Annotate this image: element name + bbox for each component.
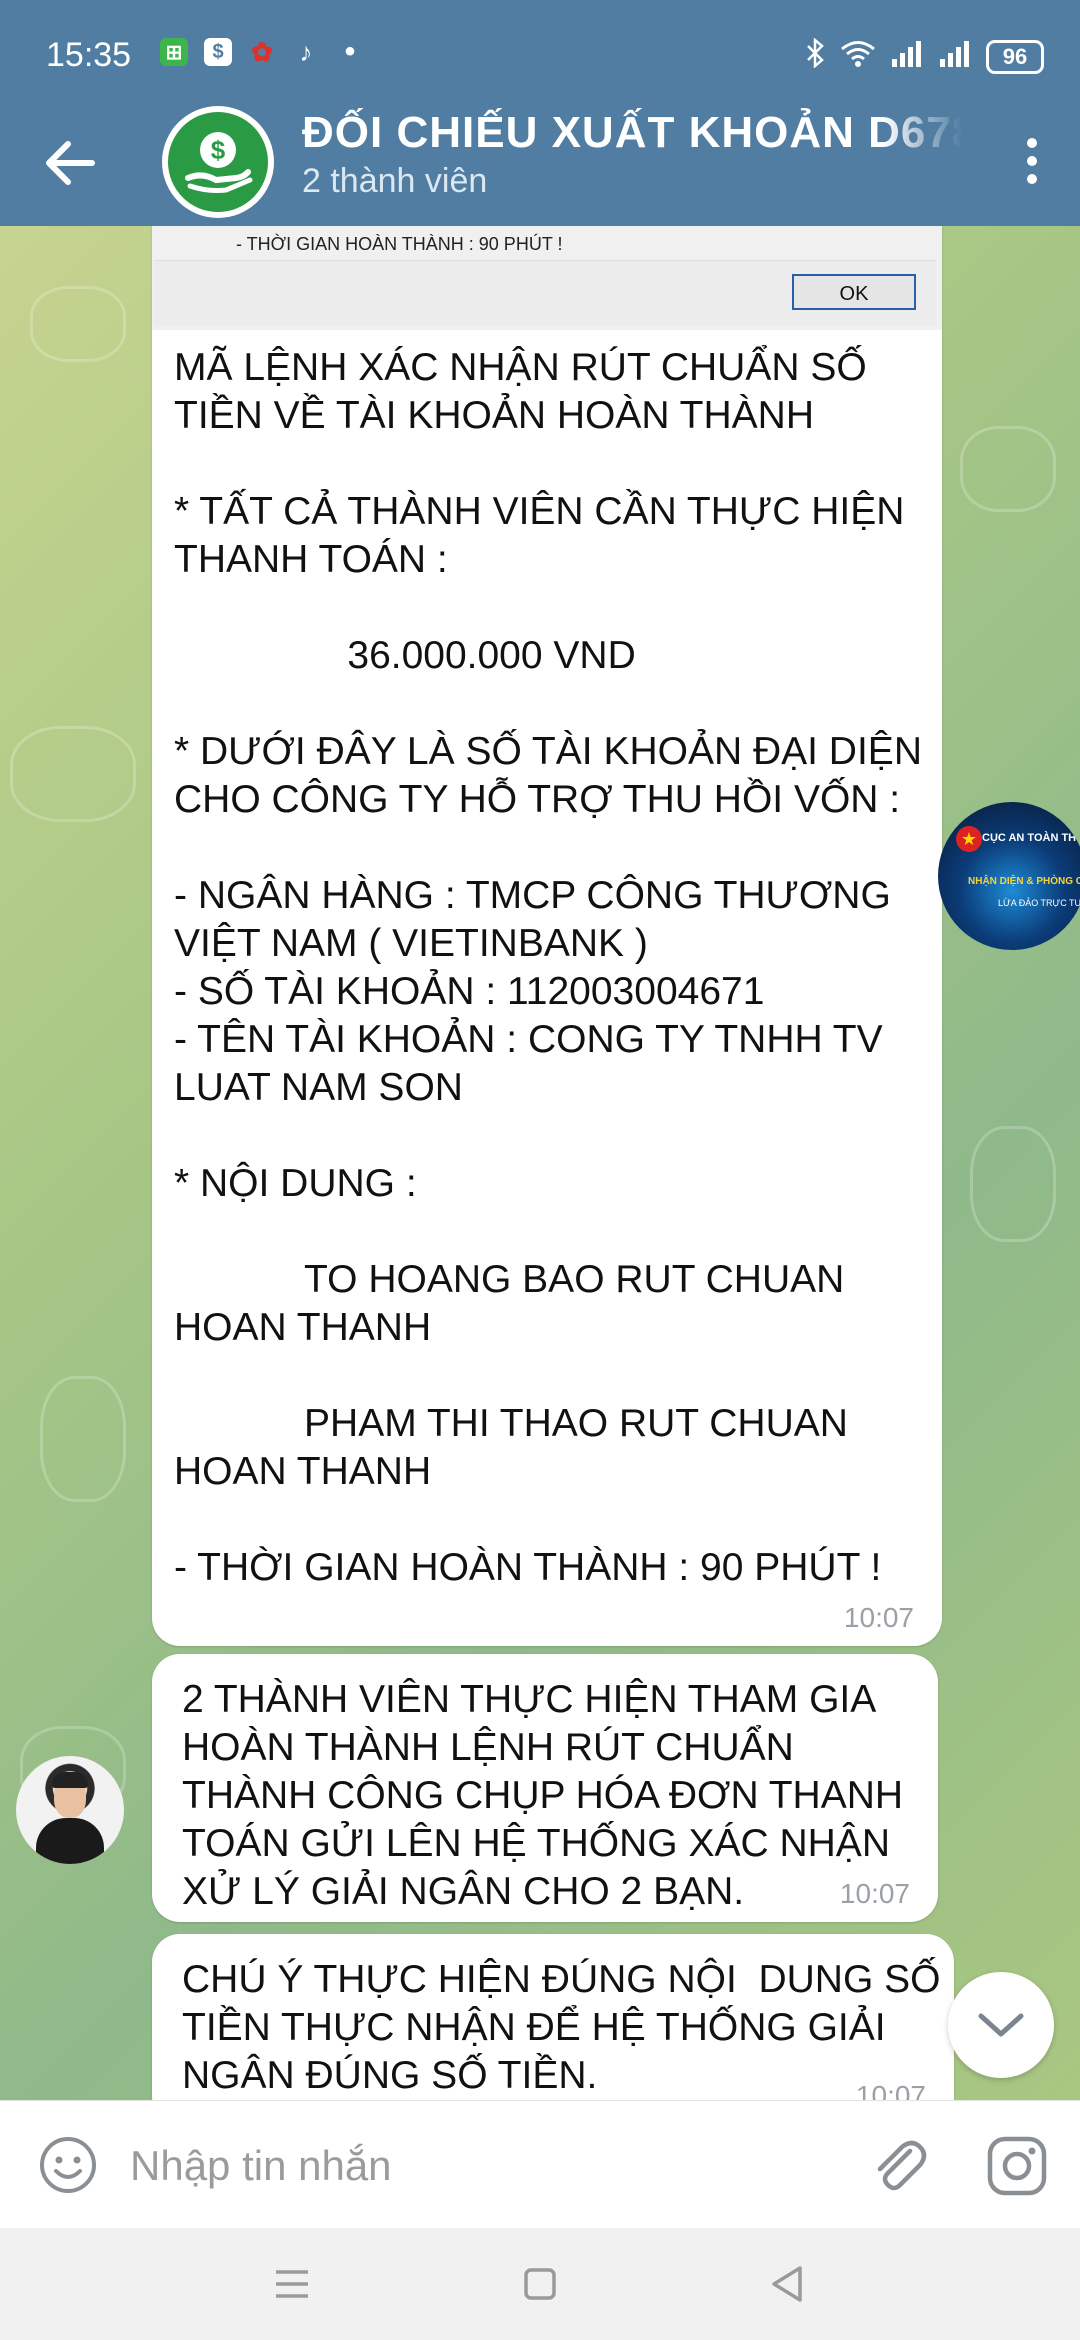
signal-icon-2 bbox=[938, 39, 972, 74]
background-doodle bbox=[960, 426, 1056, 512]
chat-title[interactable]: ĐỐI CHIẾU XUẤT KHOẢN D6789 bbox=[302, 108, 962, 158]
message-input-bar bbox=[0, 2100, 1080, 2229]
money-hand-icon: $ bbox=[185, 132, 253, 193]
message-time: 10:07 bbox=[843, 1602, 914, 1633]
message-image[interactable]: - THỜI GIAN HOÀN THÀNH : 90 PHÚT ! OK bbox=[152, 226, 942, 330]
message-text: CHÚ Ý THỰC HIỆN ĐÚNG NỘI DUNG SỐ TIỀN TH… bbox=[182, 1958, 951, 2097]
notification-dot: • bbox=[344, 35, 356, 68]
background-doodle bbox=[40, 1376, 126, 1502]
background-doodle bbox=[970, 1126, 1056, 1242]
camera-button[interactable] bbox=[984, 2133, 1050, 2199]
chat-area[interactable]: - THỜI GIAN HOÀN THÀNH : 90 PHÚT ! OK MÃ… bbox=[0, 226, 1080, 2100]
background-doodle bbox=[10, 726, 136, 822]
message-time: 10:07 bbox=[855, 2080, 926, 2100]
attach-button[interactable] bbox=[866, 2133, 932, 2199]
image-caption: - THỜI GIAN HOÀN THÀNH : 90 PHÚT ! bbox=[236, 234, 563, 254]
battery-indicator: 96 bbox=[986, 39, 1044, 74]
message-text: MÃ LỆNH XÁC NHẬN RÚT CHUẨN SỐ TIỀN VỀ TÀ… bbox=[174, 346, 922, 1589]
scroll-down-button[interactable] bbox=[948, 1972, 1054, 2078]
chat-header: $ ĐỐI CHIẾU XUẤT KHOẢN D6789 2 thành viê… bbox=[0, 106, 1080, 226]
message-input[interactable] bbox=[128, 2125, 832, 2207]
back-button[interactable] bbox=[36, 128, 106, 198]
message-bubble[interactable]: 2 THÀNH VIÊN THỰC HIỆN THAM GIA HOÀN THÀ… bbox=[152, 1654, 938, 1922]
wifi-icon bbox=[840, 38, 876, 75]
home-button[interactable] bbox=[510, 2258, 570, 2310]
message-bubble[interactable]: CHÚ Ý THỰC HIỆN ĐÚNG NỘI DUNG SỐ TIỀN TH… bbox=[152, 1934, 954, 2100]
menu-lines-icon bbox=[276, 2270, 308, 2298]
image-ok-button: OK bbox=[792, 274, 916, 310]
message-text: 2 THÀNH VIÊN THỰC HIỆN THAM GIA HOÀN THÀ… bbox=[182, 1678, 914, 1913]
lotus-app-icon: ✿ bbox=[251, 36, 273, 67]
back-nav-button[interactable] bbox=[758, 2258, 818, 2310]
status-bar: 15:35 ⊞ $ ✿ ♪ • 96 bbox=[0, 0, 1080, 110]
bluetooth-icon bbox=[804, 37, 826, 75]
member-count[interactable]: 2 thành viên bbox=[302, 162, 487, 201]
group-avatar[interactable]: $ bbox=[162, 106, 274, 218]
system-navigation-bar bbox=[0, 2228, 1080, 2340]
message-time: 10:07 bbox=[839, 1878, 910, 1909]
channel-thumbnail[interactable]: ★ CỤC AN TOÀN THÔNG TIN NHẬN DIỆN & PHÒN… bbox=[938, 802, 1080, 950]
square-icon bbox=[524, 2268, 556, 2300]
status-indicators: 96 bbox=[804, 37, 1044, 75]
signal-icon-1 bbox=[890, 39, 924, 74]
paperclip-icon bbox=[877, 2140, 927, 2191]
instagram-camera-icon bbox=[987, 2136, 1047, 2196]
notification-icons: ⊞ $ ✿ ♪ • bbox=[160, 35, 364, 68]
smile-icon bbox=[40, 2137, 96, 2193]
emoji-button[interactable] bbox=[38, 2135, 98, 2195]
chevron-down-icon bbox=[978, 2013, 1024, 2037]
shopping-bag-icon: $ bbox=[204, 38, 232, 66]
store-app-icon: ⊞ bbox=[160, 38, 188, 66]
message-bubble[interactable]: - THỜI GIAN HOÀN THÀNH : 90 PHÚT ! OK MÃ… bbox=[152, 226, 942, 1646]
status-time: 15:35 bbox=[46, 36, 132, 74]
more-vertical-icon[interactable] bbox=[1012, 130, 1052, 200]
triangle-back-icon bbox=[772, 2266, 802, 2302]
police-emblem-icon: ★ bbox=[956, 826, 982, 852]
tiktok-icon: ♪ bbox=[299, 36, 313, 67]
svg-text:$: $ bbox=[211, 135, 226, 165]
sender-avatar[interactable] bbox=[16, 1756, 124, 1864]
arrow-left-icon bbox=[46, 141, 95, 185]
background-doodle bbox=[30, 286, 126, 362]
recent-apps-button[interactable] bbox=[262, 2258, 322, 2310]
